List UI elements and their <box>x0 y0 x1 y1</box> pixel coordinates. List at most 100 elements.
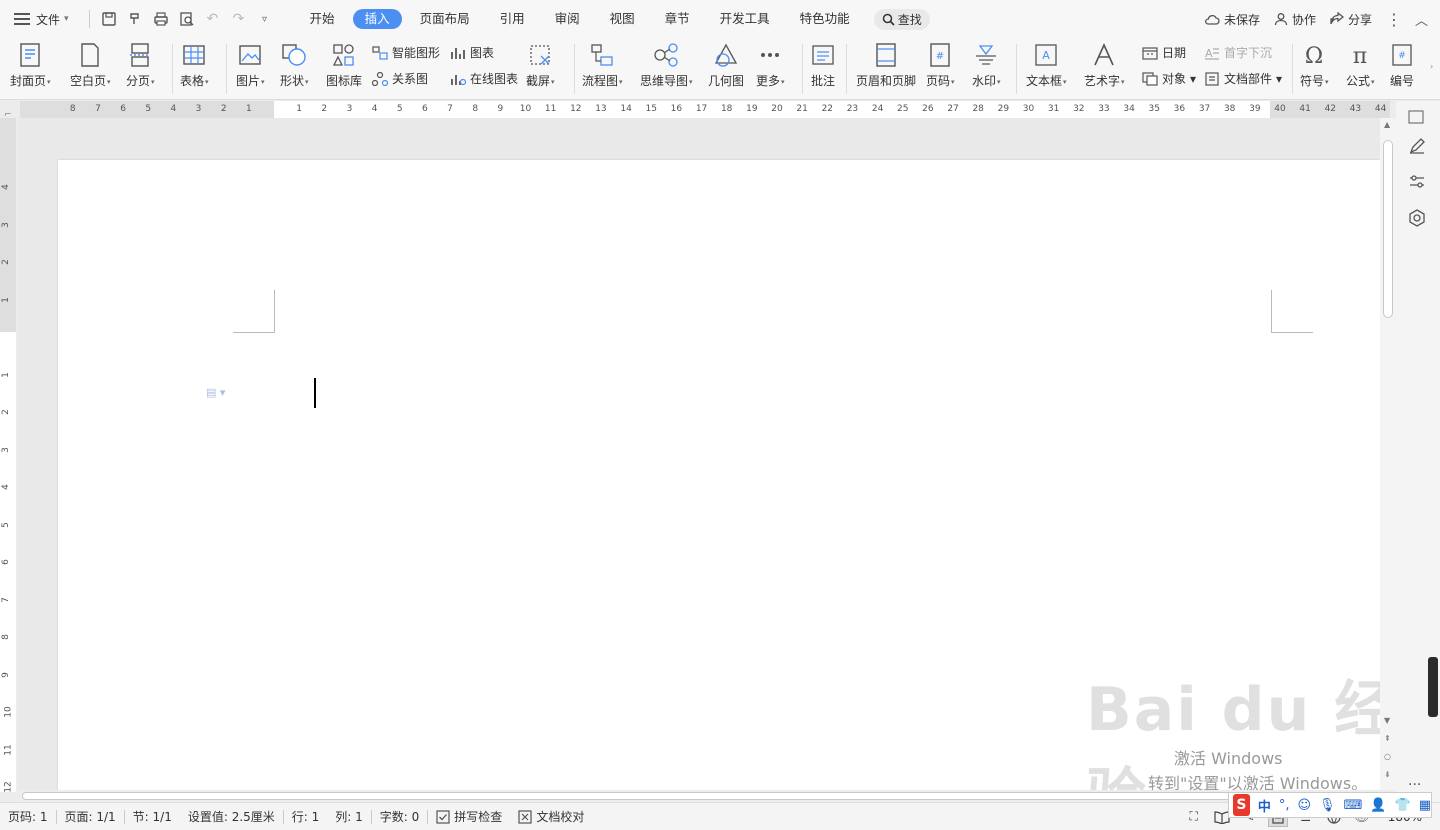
picture-label: 图片 <box>236 74 261 88</box>
tab-developer[interactable]: 开发工具 <box>708 9 782 29</box>
scroll-up-icon[interactable]: ▲ <box>1384 120 1390 129</box>
status-row[interactable]: 行: 1 <box>284 808 328 825</box>
share-button[interactable]: 分享 <box>1330 11 1372 28</box>
relation-chart-button[interactable]: 关系图 <box>372 70 428 87</box>
status-section[interactable]: 节: 1/1 <box>125 808 180 825</box>
horizontal-scrollbar[interactable] <box>20 790 1390 802</box>
file-menu[interactable]: 文件 <box>36 11 60 28</box>
status-setting[interactable]: 设置值: 2.5厘米 <box>180 808 283 825</box>
customize-toolbar-icon[interactable]: ▿ <box>252 6 278 32</box>
tab-view[interactable]: 视图 <box>598 9 647 29</box>
share-icon <box>1330 12 1344 25</box>
print-icon[interactable] <box>148 6 174 32</box>
user-center-icon[interactable]: 👤 <box>1370 798 1386 813</box>
spell-check-button[interactable]: 拼写检查 <box>428 808 510 825</box>
more-button[interactable]: 更多▾ <box>756 42 785 89</box>
ime-language-toggle[interactable]: 中 <box>1258 796 1271 815</box>
vertical-scrollbar[interactable]: ▲ ▼ ⇞ ○ ⇟ <box>1380 118 1396 790</box>
symbol-button[interactable]: Ω 符号▾ <box>1300 42 1329 89</box>
status-word-count[interactable]: 字数: 0 <box>372 808 428 825</box>
status-page[interactable]: 页码: 1 <box>0 808 56 825</box>
watermark-button[interactable]: 水印▾ <box>972 42 1001 89</box>
next-page-icon[interactable]: ⇟ <box>1384 770 1391 779</box>
toolbox-grid-icon[interactable]: ▦ <box>1419 798 1431 813</box>
flowchart-label: 流程图 <box>582 74 619 88</box>
word-art-button[interactable]: 艺术字▾ <box>1084 42 1125 89</box>
format-painter-icon[interactable] <box>122 6 148 32</box>
object-button[interactable]: 对象 ▾ <box>1142 70 1196 87</box>
scroll-down-icon[interactable]: ▼ <box>1384 716 1390 725</box>
chevron-down-icon[interactable]: ▾ <box>64 14 69 24</box>
tab-insert[interactable]: 插入 <box>352 9 402 29</box>
scrollbar-thumb[interactable] <box>22 792 1362 800</box>
header-footer-button[interactable]: 页眉和页脚 <box>856 42 916 89</box>
keyboard-icon[interactable]: ⌨ <box>1344 798 1363 813</box>
status-pages[interactable]: 页面: 1/1 <box>57 808 124 825</box>
performance-meter <box>1428 657 1438 717</box>
more-options-icon[interactable]: ··· <box>1408 777 1421 793</box>
settings-sliders-icon[interactable] <box>1408 173 1426 194</box>
fullscreen-icon[interactable]: ⛶ <box>1184 807 1204 827</box>
collaborate-button[interactable]: 协作 <box>1274 11 1316 28</box>
shield-icon[interactable] <box>1408 209 1426 230</box>
edit-pen-icon[interactable] <box>1408 137 1426 158</box>
tab-section[interactable]: 章节 <box>653 9 702 29</box>
vertical-ruler[interactable]: 4 3 2 1 1 2 3 4 5 6 7 8 9 10 11 12 <box>0 118 16 793</box>
microphone-icon[interactable]: 🎙 <box>1319 798 1336 813</box>
redo-icon[interactable]: ↷ <box>226 6 252 32</box>
flowchart-button[interactable]: 流程图▾ <box>582 42 623 89</box>
ribbon-scroll-icon[interactable]: › <box>1430 62 1433 71</box>
chart-label: 图表 <box>470 46 495 60</box>
paragraph-layout-icon[interactable]: ▤ ▾ <box>206 386 225 399</box>
right-side-panel: ··· <box>1396 101 1440 806</box>
picture-button[interactable]: 图片▾ <box>236 42 265 89</box>
date-button[interactable]: 日期 <box>1142 44 1186 61</box>
tab-page-layout[interactable]: 页面布局 <box>408 9 482 29</box>
numbering-button[interactable]: # 编号 <box>1390 42 1414 89</box>
search-button[interactable]: 查找 <box>873 8 930 30</box>
ruler-tick: 12 <box>570 104 582 114</box>
icon-library-button[interactable]: 图标库 <box>326 42 362 89</box>
proofread-button[interactable]: 文档校对 <box>510 808 592 825</box>
page-break-button[interactable]: 分页▾ <box>126 42 155 89</box>
scrollbar-thumb[interactable] <box>1383 140 1393 318</box>
mind-map-button[interactable]: 思维导图▾ <box>640 42 693 89</box>
undo-icon[interactable]: ↶ <box>200 6 226 32</box>
comment-button[interactable]: 批注 <box>810 42 836 89</box>
tab-home[interactable]: 开始 <box>298 9 347 29</box>
emoji-icon[interactable]: ☺ <box>1297 798 1311 813</box>
more-options-icon[interactable]: ⋮ <box>1386 10 1402 29</box>
horizontal-ruler[interactable]: 8 7 6 5 4 3 2 1 1 2 3 4 5 6 7 8 9 10 11 12 13 14 15 16 17 18 19 20 2… <box>20 101 1390 118</box>
unsaved-status[interactable]: 未保存 <box>1204 11 1260 28</box>
text-box-button[interactable]: A 文本框▾ <box>1026 42 1067 89</box>
table-button[interactable]: 表格▾ <box>180 42 209 89</box>
tab-review[interactable]: 审阅 <box>543 9 592 29</box>
page-number-button[interactable]: # 页码▾ <box>926 42 955 89</box>
ruler-toggle-icon[interactable] <box>1408 109 1424 128</box>
status-col[interactable]: 列: 1 <box>327 808 371 825</box>
save-icon[interactable] <box>96 6 122 32</box>
screenshot-button[interactable]: 截屏▾ <box>526 42 555 89</box>
tab-references[interactable]: 引用 <box>488 9 537 29</box>
sogou-logo-icon[interactable]: S <box>1233 794 1250 816</box>
formula-button[interactable]: π 公式▾ <box>1346 42 1375 89</box>
menu-icon[interactable] <box>14 13 30 25</box>
geometry-label: 几何图 <box>708 74 745 88</box>
chart-button[interactable]: 图表 <box>450 44 494 61</box>
shape-button[interactable]: 形状▾ <box>280 42 309 89</box>
ime-punctuation-toggle[interactable]: °, <box>1279 798 1290 813</box>
doc-part-button[interactable]: 文档部件 ▾ <box>1204 70 1282 87</box>
blank-page-button[interactable]: 空白页▾ <box>70 42 111 89</box>
skin-shirt-icon[interactable]: 👕 <box>1395 798 1411 813</box>
geometry-button[interactable]: 几何图 <box>708 42 744 89</box>
drop-cap-button[interactable]: A 首字下沉 <box>1204 44 1272 61</box>
online-chart-button[interactable]: 在线图表 <box>450 70 518 87</box>
smart-art-label: 智能图形 <box>392 46 441 60</box>
prev-page-icon[interactable]: ⇞ <box>1384 734 1391 743</box>
cover-page-button[interactable]: 封面页▾ <box>10 42 51 89</box>
collapse-ribbon-icon[interactable]: ︿ <box>1415 10 1428 29</box>
print-preview-icon[interactable] <box>174 6 200 32</box>
select-browse-icon[interactable]: ○ <box>1384 752 1391 761</box>
tab-features[interactable]: 特色功能 <box>788 9 862 29</box>
smart-art-button[interactable]: 智能图形 <box>372 44 440 61</box>
